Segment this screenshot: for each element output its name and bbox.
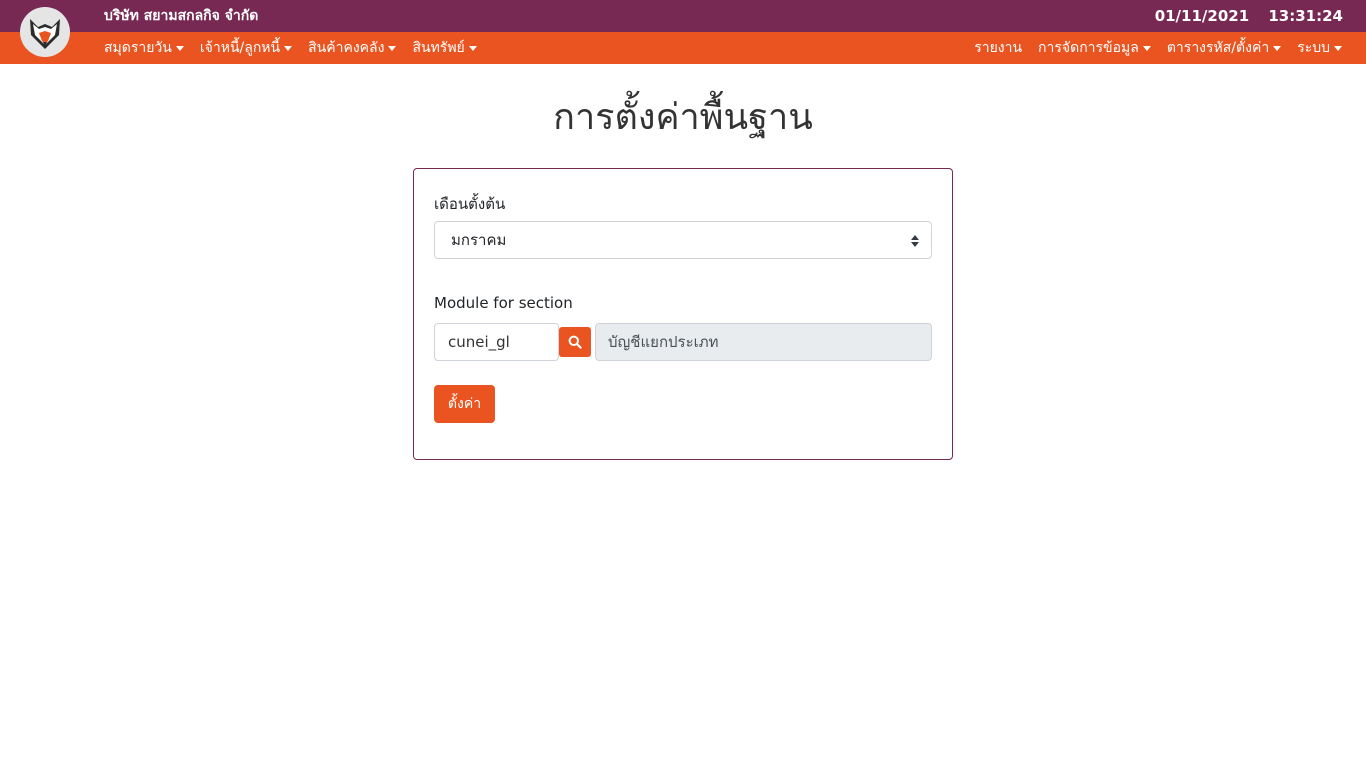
nav-item-label: เจ้าหนี้/ลูกหนี้: [199, 40, 281, 56]
caret-down-icon: [284, 45, 293, 51]
nav-left: สมุดรายวัน เจ้าหนี้/ลูกหนี้ สินค้าคงคลัง…: [104, 32, 493, 64]
nav-item-label: สินทรัพย์: [412, 40, 465, 56]
settings-card: เดือนตั้งต้น มกราคม Module for section บ…: [413, 168, 953, 460]
main-navbar: สมุดรายวัน เจ้าหนี้/ลูกหนี้ สินค้าคงคลัง…: [0, 32, 1366, 64]
module-name-readonly: บัญชีแยกประเภท: [595, 323, 932, 361]
nav-item-label: ระบบ: [1297, 40, 1330, 56]
nav-item-payable-receivable[interactable]: เจ้าหนี้/ลูกหนี้: [199, 37, 293, 59]
nav-right: รายงาน การจัดการข้อมูล ตารางรหัส/ตั้งค่า…: [958, 32, 1342, 64]
nav-item-label: รายงาน: [974, 40, 1023, 56]
start-month-label: เดือนตั้งต้น: [434, 195, 506, 213]
nav-item-label: การจัดการข้อมูล: [1038, 40, 1139, 56]
nav-item-label: ตารางรหัส/ตั้งค่า: [1166, 40, 1270, 56]
start-month-select[interactable]: มกราคม: [434, 221, 932, 259]
start-month-value: มกราคม: [451, 231, 507, 249]
select-arrows-icon: [911, 235, 919, 247]
search-button[interactable]: [559, 327, 591, 357]
nav-item-journal[interactable]: สมุดรายวัน: [104, 37, 184, 59]
top-bar: บริษัท สยามสกลกิจ จำกัด 01/11/2021 13:31…: [0, 0, 1366, 32]
company-name: บริษัท สยามสกลกิจ จำกัด: [104, 8, 259, 24]
module-code-input[interactable]: [434, 323, 559, 361]
page-title: การตั้งค่าพื้นฐาน: [553, 97, 813, 138]
nav-item-label: สมุดรายวัน: [104, 40, 172, 56]
caret-down-icon: [388, 45, 397, 51]
caret-down-icon: [175, 45, 184, 51]
nav-item-reports[interactable]: รายงาน: [974, 37, 1022, 59]
caret-down-icon: [1334, 45, 1342, 51]
datetime: 01/11/2021 13:31:24: [1141, 0, 1343, 32]
caret-down-icon: [1273, 45, 1282, 51]
set-button[interactable]: ตั้งค่า: [434, 385, 495, 423]
nav-item-codes-settings[interactable]: ตารางรหัส/ตั้งค่า: [1166, 37, 1282, 59]
caret-down-icon: [1142, 45, 1151, 51]
module-label: Module for section: [434, 294, 573, 312]
caret-down-icon: [468, 45, 477, 51]
nav-item-label: สินค้าคงคลัง: [308, 40, 385, 56]
nav-item-inventory[interactable]: สินค้าคงคลัง: [308, 37, 397, 59]
search-icon: [568, 335, 582, 349]
nav-item-system[interactable]: ระบบ: [1297, 37, 1342, 59]
nav-item-data-management[interactable]: การจัดการข้อมูล: [1038, 37, 1151, 59]
fox-logo-icon[interactable]: [20, 7, 70, 57]
current-time: 13:31:24: [1268, 7, 1343, 25]
nav-item-assets[interactable]: สินทรัพย์: [412, 37, 477, 59]
current-date: 01/11/2021: [1154, 7, 1250, 25]
